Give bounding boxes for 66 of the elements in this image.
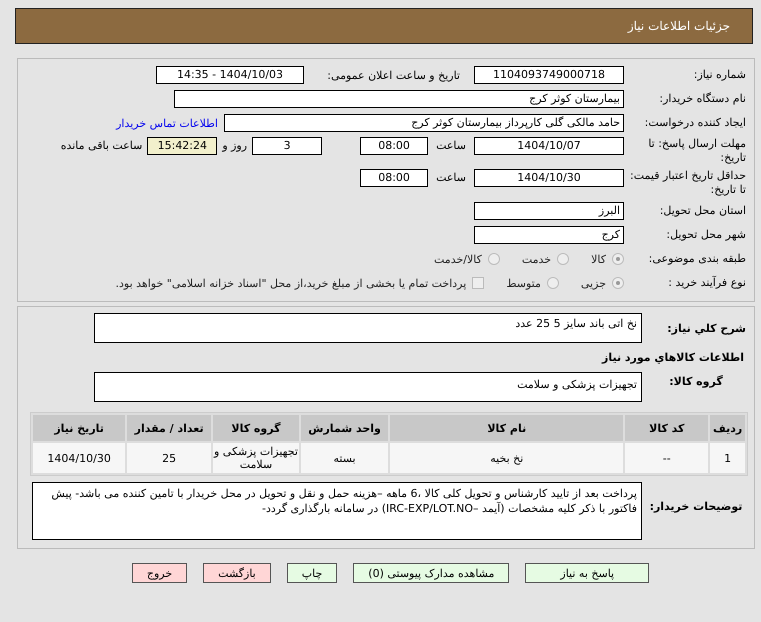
field-label: نوع فرآیند خرید : [667, 276, 746, 290]
radio-button[interactable] [546, 277, 559, 289]
column-header: کد کالا [625, 415, 708, 441]
action-button[interactable]: چاپ [286, 563, 338, 583]
deadline-date-field: 1404/10/07 [474, 137, 624, 155]
radio-label: جزیی [580, 276, 606, 290]
table-cell: 1 [710, 443, 745, 473]
goods-group-field: تجهیزات پزشکی و سلامت [94, 372, 642, 402]
radio-button[interactable] [557, 253, 570, 265]
buyer-notes-field: پرداخت بعد از تایید کارشناس و تحویل کلی کالا ،6 ماهه –هزینه حمل و نقل و تحویل در محل خریدار با تامین کننده می باشد- پیش فاکتور با ذکر کلیه مشخصات (آیمد –IRC-EXP/LOT.NO) در سامانه بارگذاری گردد- [32, 482, 642, 540]
action-button[interactable]: خروج [132, 563, 188, 583]
column-header: واحد شمارش [300, 415, 388, 441]
radio-button[interactable] [612, 253, 624, 265]
section-title: اطلاعات کالاهاي مورد نياز [600, 350, 745, 366]
field-label: مهلت ارسال پاسخ: تا تاریخ: [647, 137, 746, 165]
radio-label: کالا [591, 252, 606, 266]
checkbox-label: پرداخت تمام یا بخشی از مبلغ خرید،از محل "اسناد خزانه اسلامی" خواهد بود. [116, 276, 466, 290]
column-header: تعداد / مقدار [127, 415, 211, 441]
table-cell: 25 [127, 443, 211, 473]
action-button[interactable]: مشاهده مدارک پیوستی (0) [353, 563, 510, 583]
remaining-label: ساعت باقی مانده [60, 138, 142, 154]
time-label: ساعت [436, 138, 466, 154]
table-cell: بسته [300, 443, 388, 473]
column-header: ردیف [710, 415, 745, 441]
field-label: شرح کلي نياز: [666, 321, 746, 335]
announce-date-field: 1404/10/03 - 14:35 [156, 66, 304, 84]
radio-button[interactable] [612, 277, 624, 289]
radio-button[interactable] [488, 253, 500, 265]
province-field: البرز [474, 202, 624, 220]
buyer-contact-link[interactable]: اطلاعات تماس خریدار [116, 116, 218, 130]
deadline-time-field: 08:00 [360, 137, 428, 155]
field-label: شهر محل تحویل: [665, 228, 746, 242]
buyer-org-field: بیمارستان کوثر کرج [174, 90, 624, 108]
field-label: حداقل تاریخ اعتبار قیمت: تا تاریخ: [629, 169, 746, 197]
page-title: جزئیات اطلاعات نیاز [628, 19, 730, 33]
time-label: ساعت [436, 170, 466, 186]
days-label: روز و [222, 138, 248, 154]
field-label: ایجاد کننده درخواست: [644, 116, 746, 130]
column-header: تاریخ نیاز [33, 415, 126, 441]
table-cell: نخ بخیه [390, 443, 624, 473]
field-label: طبقه بندی موضوعی: [648, 252, 746, 266]
table-cell: -- [625, 443, 708, 473]
table-cell: 1404/10/30 [33, 443, 126, 473]
days-field: 3 [252, 137, 322, 155]
action-button[interactable]: پاسخ به نیاز [525, 563, 650, 583]
validity-date-field: 1404/10/30 [474, 169, 624, 187]
need-number-field: 1104093749000718 [474, 66, 624, 84]
field-label: توضیحات خریدار: [648, 499, 744, 513]
action-button[interactable]: بازگشت [203, 563, 271, 583]
field-label: شماره نیاز: [692, 68, 746, 82]
remaining-time-field: 15:42:24 [147, 137, 218, 155]
radio-label: کالا/خدمت [434, 252, 482, 266]
city-field: کرج [474, 226, 624, 244]
column-header: گروه کالا [212, 415, 299, 441]
requester-field: حامد مالکی گلی کارپرداز بیمارستان کوثر کرج [224, 114, 624, 132]
field-label: گروه کالا: [668, 374, 724, 388]
field-label: نام دستگاه خریدار: [658, 92, 746, 106]
radio-label: خدمت [522, 252, 552, 266]
column-header: نام کالا [390, 415, 624, 441]
field-label: استان محل تحویل: [658, 204, 746, 218]
description-field: نخ اتی باند سایز 5 25 عدد [94, 313, 642, 343]
table-cell: تجهیزات پزشکی و سلامت [212, 443, 299, 473]
radio-label: متوسط [506, 276, 541, 290]
checkbox[interactable] [472, 277, 484, 289]
validity-time-field: 08:00 [360, 169, 428, 187]
field-label: تاریخ و ساعت اعلان عمومی: [326, 68, 460, 82]
